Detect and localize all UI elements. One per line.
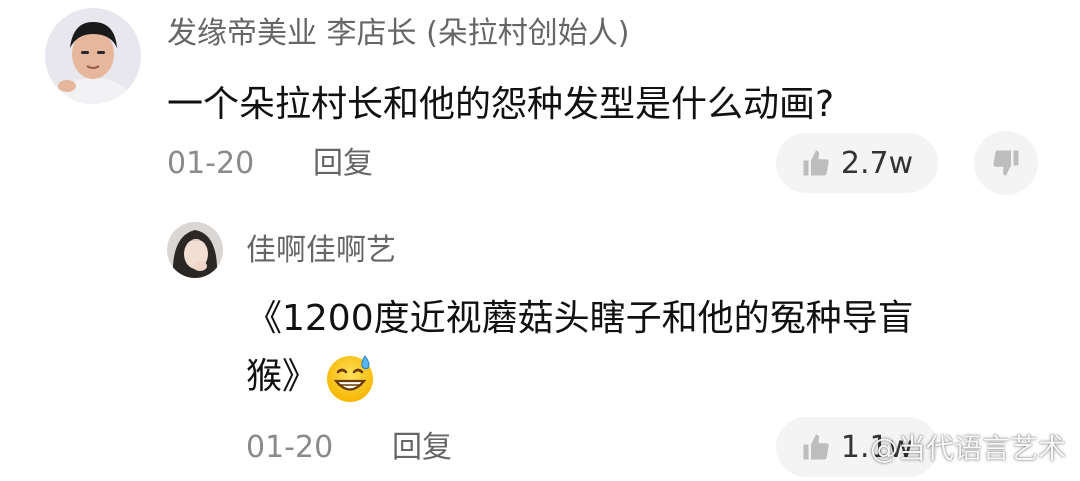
avatar[interactable] [45,8,141,104]
comment-reply-button[interactable]: 回复 [313,146,373,182]
comment-like-button[interactable]: 2.7w [776,133,938,193]
thumbs-up-icon [803,434,829,460]
comment-author-name[interactable]: 发缘帝美业 李店长 (朵拉村创始人) [167,16,629,52]
thumbs-down-icon [993,150,1019,176]
grinning-sweat-emoji-icon [327,355,374,402]
reply-avatar[interactable] [167,222,223,278]
comment-text: 一个朵拉村长和他的怨种发型是什么动画? [167,84,835,125]
reply-author-name[interactable]: 佳啊佳啊艺 [246,233,396,269]
comment-like-count: 2.7w [840,145,914,181]
reply-date: 01-20 [246,430,334,465]
reply-reply-button[interactable]: 回复 [392,430,452,466]
avatar-image [45,8,141,104]
reply-text-line-2-content: 猴》 [246,356,319,397]
thumbs-up-icon [803,150,829,176]
comment-dislike-button[interactable] [974,131,1038,195]
reply-text-line-1: 《1200度近视蘑菇头瞎子和他的冤种导盲 [246,298,914,339]
comment-date: 01-20 [167,146,255,181]
weibo-watermark: @当代语言艺术 [869,432,1066,465]
reply-text-line-2: 猴》 [246,348,376,406]
reply-avatar-image [167,222,223,278]
